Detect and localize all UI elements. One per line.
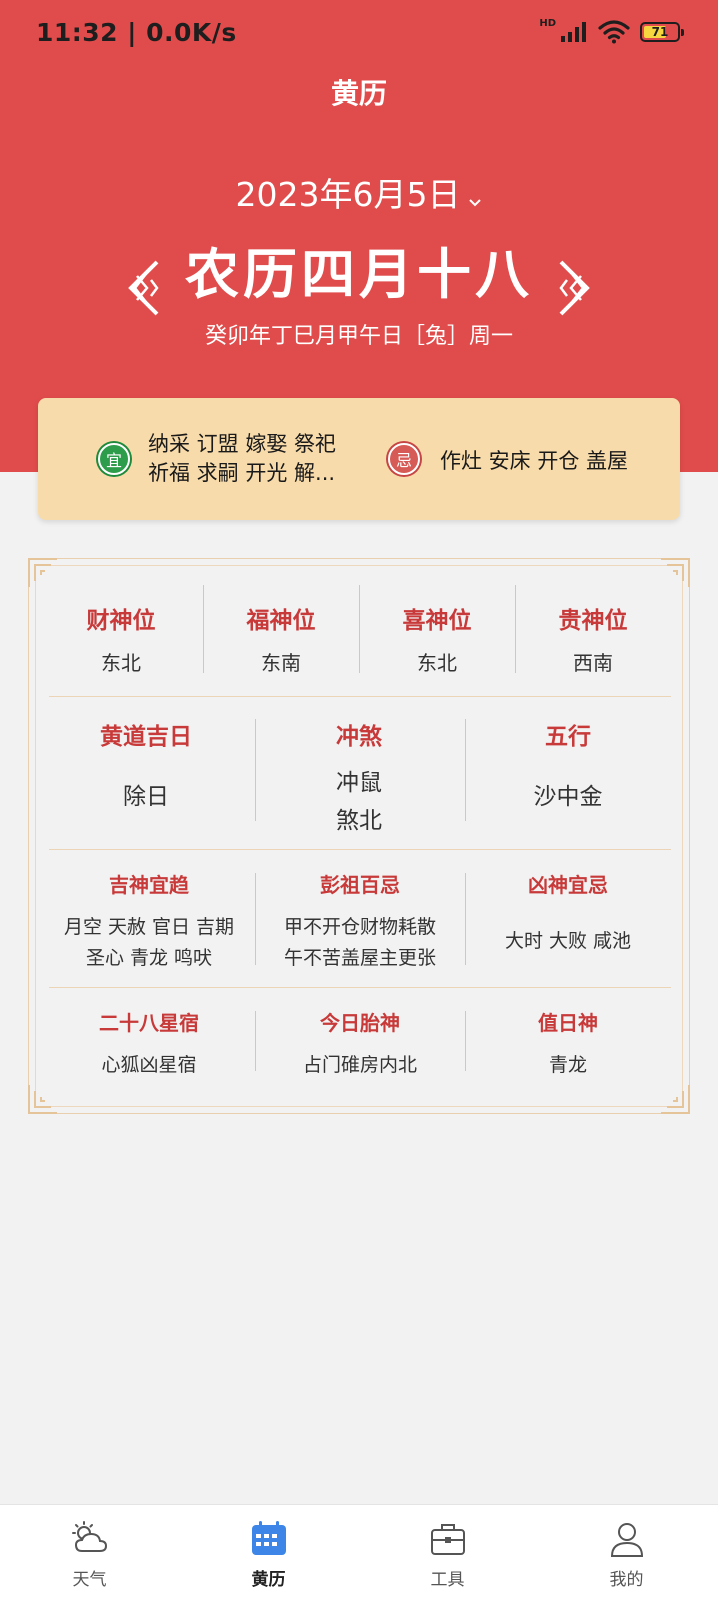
battery-icon: 71	[640, 22, 684, 42]
tab-profile[interactable]: 我的	[537, 1505, 716, 1600]
status-bar: 11:32 | 0.0K/s HD 71	[0, 0, 718, 70]
zhirishen-cell: 值日神 青龙	[538, 1011, 598, 1076]
tab-weather[interactable]: 天气	[0, 1505, 179, 1600]
lunar-date-row: 农历四月十八	[0, 230, 718, 320]
wuxing-cell: 五行 沙中金	[533, 724, 603, 810]
yi-activities: 纳采 订盟 嫁娶 祭祀 祈福 求嗣 开光 解...	[148, 432, 337, 485]
chongsha-cell: 冲煞 冲鼠 煞北	[336, 724, 382, 834]
fu-shen-cell: 福神位 东南	[246, 608, 316, 675]
yi-ji-card[interactable]: 宜 纳采 订盟 嫁娶 祭祀 祈福 求嗣 开光 解... 忌 作灶 安床 开仓 盖…	[38, 398, 680, 520]
signal-icon	[561, 22, 586, 42]
solar-date: 2023年6月5日	[235, 175, 461, 214]
status-time: 11:32 | 0.0K/s	[36, 18, 237, 47]
corner-ornament-icon	[28, 1085, 57, 1114]
ji-badge: 忌	[388, 443, 420, 475]
network-type: HD	[539, 18, 556, 29]
date-selector[interactable]: 2023年6月5日	[0, 168, 718, 216]
weather-icon	[72, 1521, 108, 1552]
taishen-cell: 今日胎神 占门碓房内北	[302, 1011, 417, 1076]
jishen-cell: 吉神宜趋 月空 天赦 官日 吉期 圣心 青龙 鸣吠	[63, 873, 235, 969]
tab-tools[interactable]: 工具	[358, 1505, 537, 1600]
ji-activities: 作灶 安床 开仓 盖屋	[440, 449, 629, 473]
profile-icon	[610, 1523, 644, 1557]
ganzhi-date: 癸卯年丁巳月甲午日［兔］周一	[204, 324, 513, 349]
bottom-tab-bar: 天气 黄历 工具 我的	[0, 1504, 718, 1600]
xi-shen-cell: 喜神位 东北	[402, 608, 472, 675]
yi-badge: 宜	[98, 443, 130, 475]
almanac-panel: 财神位 东北 福神位 东南 喜神位 东北 贵神位 西南 黄道吉日 除日 冲煞 冲…	[28, 558, 690, 1114]
right-ornament-icon	[559, 260, 590, 316]
calendar-icon	[252, 1521, 286, 1555]
xingxiu-cell: 二十八星宿 心狐凶星宿	[99, 1011, 199, 1076]
page-title: 黄历	[330, 77, 387, 110]
corner-ornament-icon	[661, 558, 690, 587]
xiongshen-cell: 凶神宜忌 大时 大败 咸池	[504, 873, 632, 952]
toolbox-icon	[431, 1524, 465, 1555]
pengzu-cell: 彭祖百忌 甲不开仓财物耗散 午不苦盖屋主更张	[283, 873, 436, 969]
status-icons: HD 71	[539, 18, 684, 44]
corner-ornament-icon	[28, 558, 57, 587]
huangdao-cell: 黄道吉日 除日	[100, 724, 192, 810]
cai-shen-cell: 财神位 东北	[86, 608, 156, 675]
corner-ornament-icon	[661, 1085, 690, 1114]
lunar-date: 农历四月十八	[185, 243, 533, 306]
gui-shen-cell: 贵神位 西南	[558, 608, 628, 675]
chevron-down-icon	[468, 177, 482, 216]
wifi-icon	[598, 20, 630, 44]
tab-almanac[interactable]: 黄历	[179, 1505, 358, 1600]
battery-level: 71	[651, 25, 669, 39]
